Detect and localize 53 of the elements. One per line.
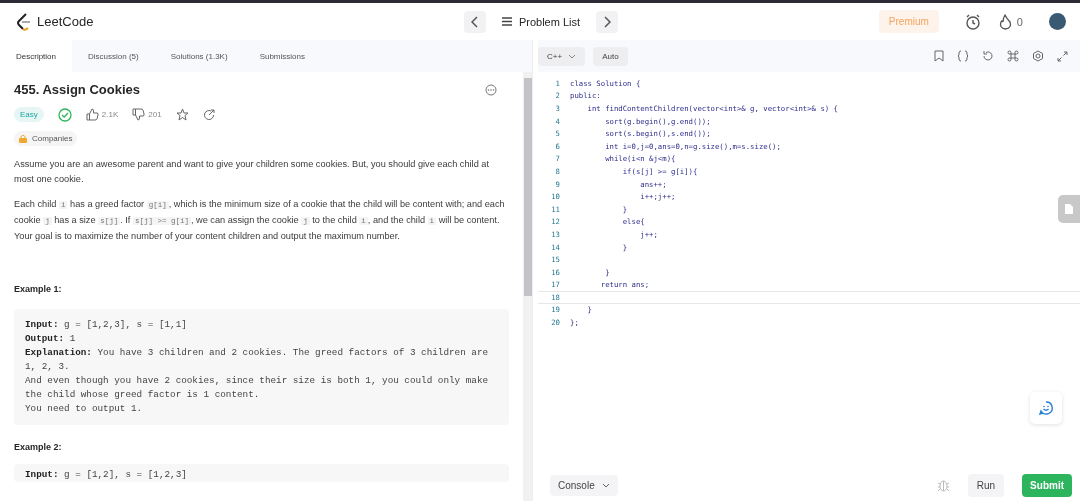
example-line: Input: g = [1,2,3], s = [1,1] <box>25 318 188 332</box>
thumbs-up-icon[interactable] <box>85 108 99 121</box>
document-icon <box>1064 203 1074 215</box>
bookmark-icon[interactable] <box>934 50 944 62</box>
flame-icon[interactable] <box>998 13 1012 30</box>
lock-icon <box>19 134 27 143</box>
problem-title: 455. Assign Cookies <box>14 82 140 97</box>
more-icon[interactable] <box>485 83 497 96</box>
tab[interactable]: Solutions (1.3K) <box>154 40 244 72</box>
companies-tag[interactable]: Companies <box>14 131 78 146</box>
console-button[interactable]: Console <box>550 474 618 496</box>
share-icon[interactable] <box>202 108 215 121</box>
logo[interactable]: LeetCode <box>16 12 316 31</box>
problem-list-button[interactable]: Problem List <box>493 15 589 28</box>
smiley-chat-icon <box>1039 401 1053 415</box>
language-dropdown[interactable]: C++ <box>538 46 586 66</box>
menu-icon <box>501 17 512 26</box>
example-line: You need to output 1. <box>25 402 144 416</box>
logo-icon <box>16 12 32 31</box>
example-line: And even though you have 2 cookies, since their size is both 1, you could only make the child whose greed factor is 1 content. <box>25 374 490 402</box>
difficulty-badge: Easy <box>14 107 44 122</box>
example-heading: Example 2: <box>14 442 63 452</box>
command-icon[interactable] <box>1007 50 1019 62</box>
example-line: Explanation: You have 3 children and 2 cookies. The greed factors of 3 children are 1, 2, 3. <box>25 346 490 374</box>
thumbs-down-icon[interactable] <box>132 108 146 121</box>
example-heading: Example 1: <box>14 284 63 294</box>
braces-icon[interactable] <box>957 50 969 62</box>
chevron-left-icon <box>470 15 479 28</box>
tab[interactable]: Description <box>0 40 72 72</box>
auto-mode-button[interactable]: Auto <box>593 46 628 66</box>
streak-count: 0 <box>1016 15 1023 28</box>
dislikes-count: 201 <box>148 110 162 119</box>
example-line: Input: g = [1,2], s = [1,2,3] <box>25 468 188 482</box>
next-button[interactable] <box>596 10 619 33</box>
tab[interactable]: Discussion (5) <box>72 40 155 72</box>
description-paragraph: Assume you are an awesome parent and want to give your children some cookies. But, you should give each child at most one cookie. <box>14 158 490 186</box>
likes-count: 2.1K <box>101 110 119 119</box>
avatar[interactable] <box>1049 13 1066 30</box>
example-line: Output: 1 <box>25 332 77 346</box>
alarm-clock-icon[interactable] <box>964 13 981 30</box>
run-button[interactable]: Run <box>967 473 1005 497</box>
star-icon[interactable] <box>175 108 189 121</box>
reset-icon[interactable] <box>982 50 994 62</box>
scrollbar-thumb[interactable] <box>523 78 532 296</box>
tab[interactable]: Submissions <box>243 40 321 72</box>
expand-icon[interactable] <box>1057 50 1068 62</box>
chevron-right-icon <box>603 15 612 28</box>
logo-text: LeetCode <box>37 14 94 29</box>
feedback-button[interactable] <box>1030 392 1062 424</box>
chevron-down-icon <box>568 53 577 59</box>
chevron-down-icon <box>601 482 610 488</box>
previous-button[interactable] <box>463 10 486 33</box>
settings-icon[interactable] <box>1032 50 1044 62</box>
